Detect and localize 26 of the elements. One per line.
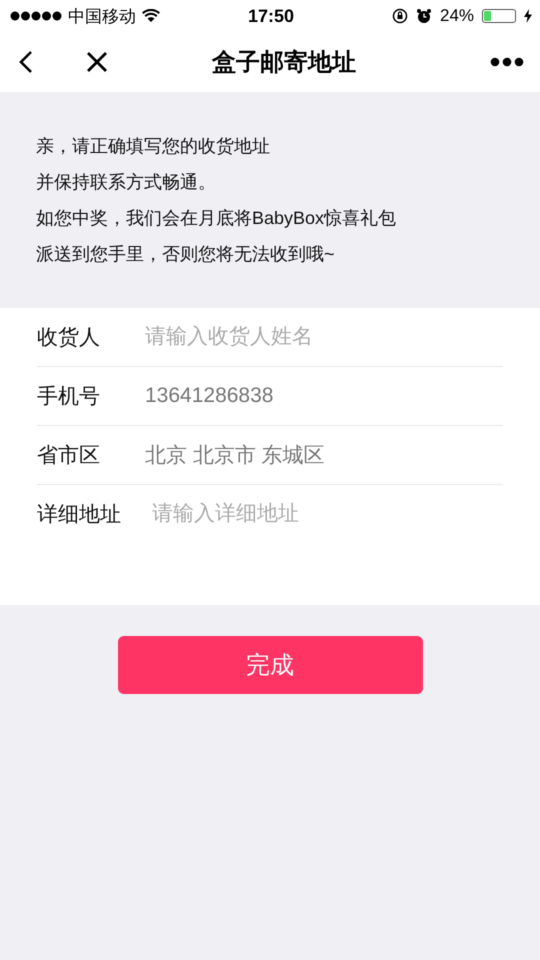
back-icon [18,50,34,74]
page-title: 盒子邮寄地址 [210,48,357,78]
wifi-icon [142,9,160,23]
rotation-lock-icon [392,8,408,24]
alarm-icon [416,8,432,24]
more-icon [490,57,524,67]
clock-time: 17:50 [248,6,294,26]
submit-button[interactable]: 完成 [118,636,422,694]
field-label: 详细地址 [37,502,122,528]
battery-percentage: 24% [440,6,474,26]
carrier-name: 中国移动 [68,6,136,28]
input-field[interactable]: 北京 北京市 东城区 [145,439,503,471]
field-label: 收货人 [37,325,101,351]
notice-text: 派送到您手里，否则您将无法收到哦~ [36,243,336,266]
field-label: 省市区 [37,443,101,469]
notice-text: 如您中奖，我们会在月底将BabyBox惊喜礼包 [36,207,398,230]
notice-text: 亲，请正确填写您的收货地址 [36,135,271,158]
signal-icon [10,11,62,21]
input-field[interactable]: 请输入收货人姓名 [145,321,503,353]
field-label: 手机号 [37,384,101,410]
battery-icon [482,9,516,23]
notice-text: 并保持联系方式畅通。 [36,171,217,194]
input-field[interactable]: 13641286838 [145,380,503,412]
input-field[interactable]: 请输入详细地址 [152,498,503,530]
close-icon [86,51,108,73]
charging-icon [524,9,532,23]
